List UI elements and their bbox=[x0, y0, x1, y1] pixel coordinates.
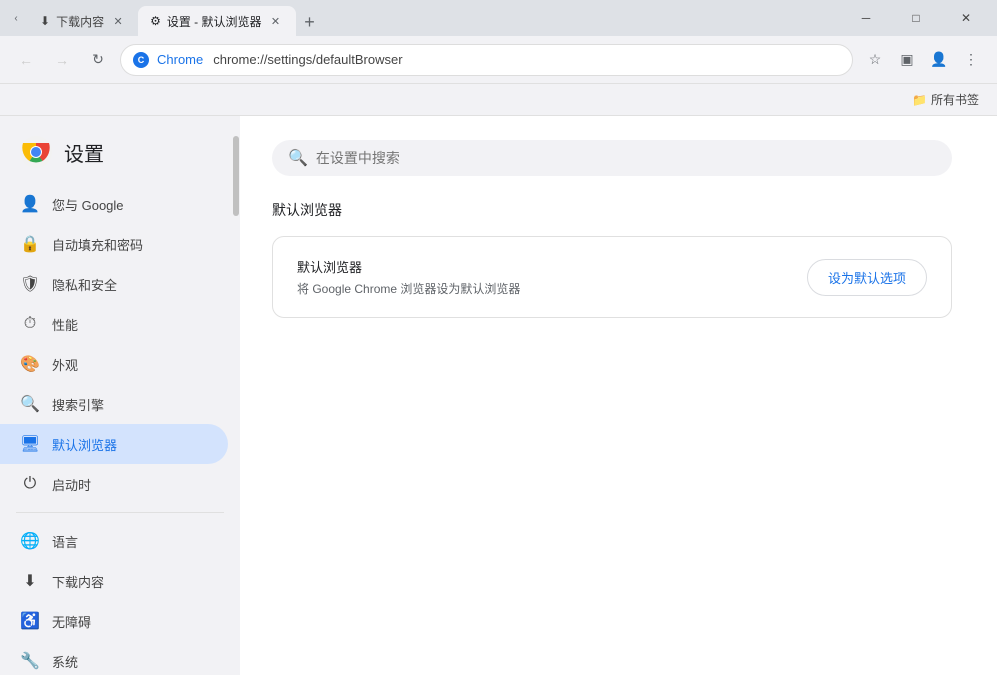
settings-tab-icon: ⚙ bbox=[150, 14, 161, 28]
tab-downloads[interactable]: ⬇ 下载内容 ✕ bbox=[28, 6, 138, 36]
sidebar-item-startup-label: 启动时 bbox=[52, 475, 91, 494]
sidebar-item-downloads[interactable]: ⬇ 下载内容 bbox=[0, 561, 228, 601]
sidebar-item-language-label: 语言 bbox=[52, 532, 78, 551]
sidebar-item-search-label: 搜索引擎 bbox=[52, 395, 104, 414]
url-text: chrome://settings/defaultBrowser bbox=[213, 52, 402, 67]
addressbar-actions: ☆ ▣ 👤 ⋮ bbox=[861, 46, 985, 74]
performance-icon: ⏱ bbox=[20, 314, 40, 334]
sidebar: 设置 👤 您与 Google 🔒 自动填充和密码 🛡 隐私和安全 ⏱ 性能 🎨 … bbox=[0, 116, 240, 675]
addressbar: ← → ↻ C Chrome chrome://settings/default… bbox=[0, 36, 997, 84]
search-input[interactable] bbox=[316, 150, 936, 166]
sidebar-item-accessibility[interactable]: ♿ 无障碍 bbox=[0, 601, 228, 641]
section-title: 默认浏览器 bbox=[272, 200, 965, 220]
tab-settings-label: 设置 - 默认浏览器 bbox=[167, 13, 262, 30]
minimize-btn[interactable]: ─ bbox=[843, 2, 889, 34]
sidebar-item-appearance-label: 外观 bbox=[52, 355, 78, 374]
chrome-logo-icon bbox=[20, 136, 52, 168]
tab-downloads-label: 下载内容 bbox=[56, 13, 104, 30]
sidebar-item-appearance[interactable]: 🎨 外观 bbox=[0, 344, 228, 384]
accessibility-icon: ♿ bbox=[20, 611, 40, 631]
sidebar-item-performance[interactable]: ⏱ 性能 bbox=[0, 304, 228, 344]
tab-settings-close[interactable]: ✕ bbox=[268, 13, 284, 29]
main-layout: 设置 👤 您与 Google 🔒 自动填充和密码 🛡 隐私和安全 ⏱ 性能 🎨 … bbox=[0, 116, 997, 675]
sidebar-item-language[interactable]: 🌐 语言 bbox=[0, 521, 228, 561]
system-icon: 🔧 bbox=[20, 651, 40, 671]
settings-search-bar[interactable]: 🔍 bbox=[272, 140, 952, 176]
new-tab-btn[interactable]: + bbox=[296, 8, 324, 36]
sidebar-item-downloads-label: 下载内容 bbox=[52, 572, 104, 591]
sidebar-item-autofill-label: 自动填充和密码 bbox=[52, 235, 143, 254]
all-bookmarks-label: 所有书签 bbox=[931, 91, 979, 108]
autofill-icon: 🔒 bbox=[20, 234, 40, 254]
search-engine-icon: 🔍 bbox=[20, 394, 40, 414]
sidebar-title: 设置 bbox=[64, 138, 104, 167]
prev-tab-btn[interactable]: ‹ bbox=[8, 10, 24, 26]
forward-btn[interactable]: → bbox=[48, 46, 76, 74]
folder-icon: 📁 bbox=[912, 93, 927, 107]
appearance-icon: 🎨 bbox=[20, 354, 40, 374]
sidebar-logo: 设置 bbox=[0, 124, 240, 184]
sidebar-item-search[interactable]: 🔍 搜索引擎 bbox=[0, 384, 228, 424]
language-icon: 🌐 bbox=[20, 531, 40, 551]
scrollbar-thumb[interactable] bbox=[233, 136, 239, 216]
close-btn[interactable]: ✕ bbox=[943, 2, 989, 34]
download-icon: ⬇ bbox=[40, 14, 50, 28]
set-default-btn[interactable]: 设为默认选项 bbox=[807, 259, 927, 296]
chrome-label: Chrome bbox=[157, 52, 203, 67]
sidebar-item-system[interactable]: 🔧 系统 bbox=[0, 641, 228, 675]
menu-btn[interactable]: ⋮ bbox=[957, 46, 985, 74]
url-bar[interactable]: C Chrome chrome://settings/defaultBrowse… bbox=[120, 44, 853, 76]
titlebar: ‹ ⬇ 下载内容 ✕ ⚙ 设置 - 默认浏览器 ✕ + ─ □ ✕ bbox=[0, 0, 997, 36]
sidebar-item-accessibility-label: 无障碍 bbox=[52, 612, 91, 631]
reload-btn[interactable]: ↻ bbox=[84, 46, 112, 74]
window-controls: ─ □ ✕ bbox=[843, 2, 989, 34]
card-info: 默认浏览器 将 Google Chrome 浏览器设为默认浏览器 bbox=[297, 257, 520, 297]
sidebar-item-google[interactable]: 👤 您与 Google bbox=[0, 184, 228, 224]
bookmark-btn[interactable]: ☆ bbox=[861, 46, 889, 74]
google-icon: 👤 bbox=[20, 194, 40, 214]
startup-icon: ⏻ bbox=[20, 474, 40, 494]
profile-btn[interactable]: 👤 bbox=[925, 46, 953, 74]
scrollbar-track[interactable] bbox=[232, 116, 240, 675]
card-title: 默认浏览器 bbox=[297, 257, 520, 276]
card-description: 将 Google Chrome 浏览器设为默认浏览器 bbox=[297, 280, 520, 297]
sidebar-item-autofill[interactable]: 🔒 自动填充和密码 bbox=[0, 224, 228, 264]
bookmarks-bar: 📁 所有书签 bbox=[0, 84, 997, 116]
back-btn[interactable]: ← bbox=[12, 46, 40, 74]
default-browser-icon: 🖥 bbox=[20, 434, 40, 454]
default-browser-card: 默认浏览器 将 Google Chrome 浏览器设为默认浏览器 设为默认选项 bbox=[272, 236, 952, 318]
sidebar-item-google-label: 您与 Google bbox=[52, 195, 124, 214]
sidebar-item-privacy[interactable]: 🛡 隐私和安全 bbox=[0, 264, 228, 304]
sidebar-item-startup[interactable]: ⏻ 启动时 bbox=[0, 464, 228, 504]
maximize-btn[interactable]: □ bbox=[893, 2, 939, 34]
tab-downloads-close[interactable]: ✕ bbox=[110, 13, 126, 29]
sidebar-item-default-browser[interactable]: 🖥 默认浏览器 bbox=[0, 424, 228, 464]
reader-mode-btn[interactable]: ▣ bbox=[893, 46, 921, 74]
chrome-icon: C bbox=[133, 52, 149, 68]
tab-bar: ⬇ 下载内容 ✕ ⚙ 设置 - 默认浏览器 ✕ + bbox=[28, 0, 839, 36]
all-bookmarks[interactable]: 📁 所有书签 bbox=[906, 87, 985, 112]
downloads-icon: ⬇ bbox=[20, 571, 40, 591]
tab-settings[interactable]: ⚙ 设置 - 默认浏览器 ✕ bbox=[138, 6, 295, 36]
sidebar-item-privacy-label: 隐私和安全 bbox=[52, 275, 117, 294]
privacy-icon: 🛡 bbox=[20, 274, 40, 294]
search-icon: 🔍 bbox=[288, 148, 308, 168]
sidebar-item-system-label: 系统 bbox=[52, 652, 78, 671]
sidebar-item-default-browser-label: 默认浏览器 bbox=[52, 435, 117, 454]
content-area: 🔍 默认浏览器 默认浏览器 将 Google Chrome 浏览器设为默认浏览器… bbox=[240, 116, 997, 675]
sidebar-item-performance-label: 性能 bbox=[52, 315, 78, 334]
sidebar-separator bbox=[16, 512, 224, 513]
